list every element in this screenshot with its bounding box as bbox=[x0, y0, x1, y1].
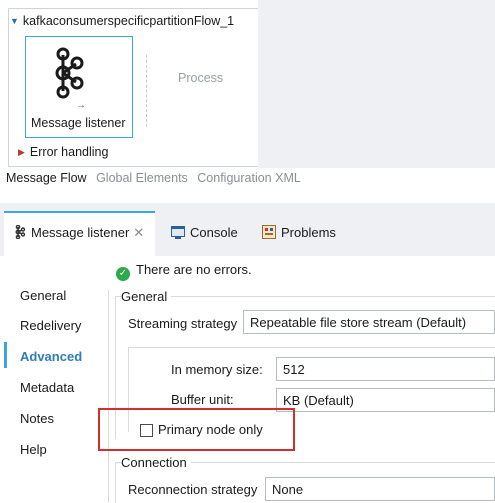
error-handling-section[interactable]: ▶ Error handling bbox=[18, 145, 108, 159]
nav-active-marker bbox=[4, 342, 7, 368]
kafka-small-icon bbox=[14, 224, 26, 242]
in-memory-size-input[interactable]: 512 bbox=[276, 357, 495, 381]
tab-console[interactable]: Console bbox=[171, 225, 238, 242]
tab-message-listener-label: Message listener bbox=[31, 225, 130, 240]
close-icon[interactable]: ✕ bbox=[133, 225, 144, 240]
streaming-strategy-select[interactable]: Repeatable file store stream (Default) bbox=[243, 310, 495, 334]
general-group-label: General bbox=[121, 289, 172, 304]
streaming-strategy-label: Streaming strategy bbox=[128, 316, 238, 331]
in-memory-size-label: In memory size: bbox=[171, 362, 263, 377]
tab-message-listener[interactable]: Message listener ✕ bbox=[14, 224, 144, 242]
flow-title-text: kafkaconsumerspecificpartitionFlow_1 bbox=[22, 14, 235, 28]
nav-advanced[interactable]: Advanced bbox=[20, 349, 82, 364]
expand-triangle-icon[interactable]: ▶ bbox=[18, 147, 25, 157]
editor-tabs: Message Flow Global Elements Configurati… bbox=[6, 171, 307, 185]
kafka-icon bbox=[50, 46, 84, 103]
status-message: ✓ There are no errors. bbox=[116, 262, 252, 281]
buffer-unit-label: Buffer unit: bbox=[171, 392, 234, 407]
collapse-triangle-icon[interactable]: ▼ bbox=[10, 16, 19, 26]
buffer-unit-select[interactable]: KB (Default) bbox=[276, 388, 495, 412]
process-label: Process bbox=[178, 71, 224, 85]
flow-title[interactable]: ▼ kafkaconsumerspecificpartitionFlow_1 bbox=[10, 14, 234, 28]
problems-icon bbox=[262, 225, 276, 242]
nav-metadata[interactable]: Metadata bbox=[20, 380, 74, 395]
tab-configuration-xml[interactable]: Configuration XML bbox=[197, 171, 301, 185]
reconnection-strategy-select[interactable]: None bbox=[265, 477, 495, 501]
check-circle-icon: ✓ bbox=[116, 267, 130, 281]
highlight-box bbox=[98, 408, 295, 451]
canvas-background bbox=[258, 0, 495, 168]
tab-global-elements[interactable]: Global Elements bbox=[96, 171, 188, 185]
tab-message-flow[interactable]: Message Flow bbox=[6, 171, 87, 185]
message-listener-label: Message listener bbox=[31, 116, 126, 130]
arrow-right-icon: → bbox=[76, 100, 86, 111]
flow-divider bbox=[146, 55, 147, 127]
console-icon bbox=[171, 226, 185, 242]
nav-redelivery[interactable]: Redelivery bbox=[20, 318, 81, 333]
nav-help[interactable]: Help bbox=[20, 442, 47, 457]
reconnection-strategy-label: Reconnection strategy bbox=[128, 482, 258, 497]
status-text: There are no errors. bbox=[136, 262, 252, 277]
nav-notes[interactable]: Notes bbox=[20, 411, 54, 426]
tab-problems[interactable]: Problems bbox=[262, 225, 336, 242]
tab-problems-label: Problems bbox=[281, 225, 336, 240]
nav-divider bbox=[108, 290, 109, 502]
tab-console-label: Console bbox=[190, 225, 238, 240]
error-handling-label: Error handling bbox=[29, 145, 109, 159]
connection-group-label: Connection bbox=[121, 455, 191, 470]
nav-general[interactable]: General bbox=[20, 288, 66, 303]
